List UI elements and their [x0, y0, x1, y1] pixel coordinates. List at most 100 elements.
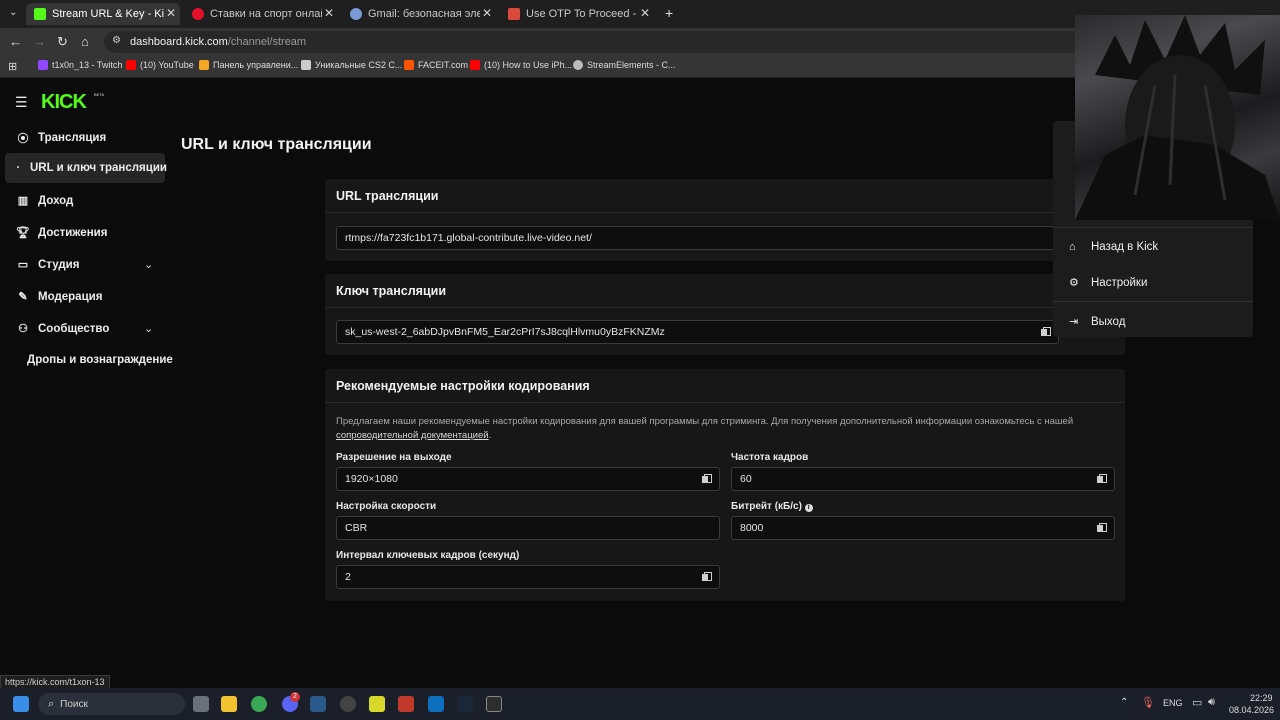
search-placeholder: Поиск [60, 698, 88, 710]
home-icon[interactable]: ⌂ [81, 34, 89, 49]
tab-gmail[interactable]: Gmail: безопасная электронна ✕ [342, 3, 496, 25]
obs-icon[interactable] [340, 696, 356, 712]
tab-search-chevron-icon[interactable]: ⌄ [9, 7, 17, 18]
chevron-down-icon[interactable]: ⌄ [144, 322, 153, 335]
close-icon[interactable]: ✕ [324, 6, 334, 20]
sidebar-item-income[interactable]: ▥ Доход [16, 194, 74, 208]
sidebar-item-drops[interactable]: Дропы и вознаграждение [27, 354, 173, 366]
broadcast-icon: ⦿ [17, 133, 29, 145]
app-icon[interactable] [369, 696, 385, 712]
resolution-value: 1920×1080 [345, 473, 398, 485]
logout-icon: ⇥ [1069, 316, 1079, 328]
copy-icon[interactable] [1041, 327, 1051, 337]
site-info-icon[interactable]: ⚙ [112, 35, 121, 46]
logout-item[interactable]: ⇥ Выход [1069, 315, 1125, 329]
divider [1053, 227, 1253, 228]
back-to-kick-item[interactable]: ⌂ Назад в Kick [1069, 241, 1158, 253]
people-icon: ⚇ [18, 323, 28, 335]
gear-icon: ⚙ [1069, 277, 1079, 289]
close-icon[interactable]: ✕ [166, 6, 176, 20]
file-explorer-icon[interactable] [221, 696, 237, 712]
terminal-icon[interactable] [486, 696, 502, 712]
bookmark-label: Панель управлени... [213, 60, 299, 70]
search-icon: ⌕ [48, 697, 55, 710]
clock-date[interactable]: 08.04.2026 [1229, 705, 1274, 715]
copy-icon[interactable] [702, 474, 712, 484]
bookmark-twitch[interactable]: t1x0n_13 - Twitch [38, 60, 122, 70]
copy-icon[interactable] [1097, 474, 1107, 484]
bookmark-label: Уникальные CS2 С... [315, 60, 403, 70]
bookmark-faceit[interactable]: FACEIT.com [404, 60, 468, 70]
sidebar-item-studio[interactable]: ▭ Студия [16, 258, 80, 272]
tab-betting[interactable]: Ставки на спорт онлайн — на ✕ [184, 3, 338, 25]
sidebar-item-label: Сообщество [38, 322, 110, 335]
sidebar-item-label: Студия [38, 258, 80, 271]
reload-icon[interactable]: ↻ [57, 34, 68, 50]
kick-logo[interactable]: KICK [41, 91, 87, 114]
address-bar[interactable]: ⚙ dashboard.kick.com /channel/stream [104, 31, 1084, 53]
tab-kick[interactable]: Stream URL & Key - Kick Dashb ✕ [26, 3, 180, 25]
settings-item[interactable]: ⚙ Настройки [1069, 276, 1147, 290]
fps-field[interactable]: 60 [731, 467, 1115, 491]
info-icon[interactable]: i [804, 504, 813, 512]
resolution-field[interactable]: 1920×1080 [336, 467, 720, 491]
speaker-icon[interactable]: 🔊︎ [1208, 696, 1215, 709]
windows-start-icon[interactable] [13, 696, 29, 712]
display-icon[interactable]: ▭ [1192, 696, 1202, 709]
forward-icon[interactable]: → [33, 34, 46, 49]
stream-key-value: sk_us-west-2_6abDJpvBnFM5_Ear2cPrI7sJ8cq… [345, 326, 665, 338]
divider [1053, 301, 1253, 302]
menu-icon[interactable]: ☰ [15, 94, 28, 111]
keyframe-value: 2 [345, 571, 351, 583]
tray-chevron-icon[interactable]: ⌃ [1120, 697, 1128, 708]
steam-client-icon[interactable] [457, 696, 473, 712]
back-icon[interactable]: ← [9, 34, 22, 49]
steam-icon[interactable] [310, 696, 326, 712]
bookmark-cs2[interactable]: Уникальные CS2 С... [301, 60, 402, 70]
task-view-icon[interactable] [193, 696, 209, 712]
close-icon[interactable]: ✕ [640, 6, 650, 20]
card-header: Рекомендуемые настройки кодирования [325, 369, 1125, 403]
apps-grid-icon[interactable]: ⊞ [8, 60, 17, 73]
sidebar-item-achievements[interactable]: 🏆︎ Достижения [16, 226, 107, 240]
panel-icon [199, 60, 209, 70]
bitrate-field[interactable]: 8000 [731, 516, 1115, 540]
taskbar-search[interactable]: ⌕ Поиск [38, 693, 185, 715]
sidebar-item-url-key[interactable]: • URL и ключ трансляции [14, 162, 167, 174]
stream-url-field[interactable]: rtmps://fa723fc1b171.global-contribute.l… [336, 226, 1069, 250]
rate-control-field[interactable]: CBR [336, 516, 720, 540]
cs2-icon [301, 60, 311, 70]
tab-title: Stream URL & Key - Kick Dashb [52, 8, 164, 20]
tab-title: Use OTP To Proceed - mockovs [526, 8, 638, 20]
twitch-icon [38, 60, 48, 70]
documentation-link[interactable]: сопроводительной документацией [336, 430, 489, 441]
stream-key-field[interactable]: sk_us-west-2_6abDJpvBnFM5_Ear2cPrI7sJ8cq… [336, 320, 1059, 344]
copy-icon[interactable] [702, 572, 712, 582]
keyframe-field[interactable]: 2 [336, 565, 720, 589]
bookmark-label: FACEIT.com [418, 60, 469, 70]
stream-url-value: rtmps://fa723fc1b171.global-contribute.l… [345, 232, 592, 244]
card-header: Ключ трансляции [325, 274, 1125, 308]
bookmark-youtube-iphone[interactable]: (10) How to Use iPh... [470, 60, 572, 70]
bookmark-youtube[interactable]: (10) YouTube [126, 60, 194, 70]
vscode-icon[interactable] [428, 696, 444, 712]
new-tab-icon[interactable]: + [665, 5, 673, 21]
faceit-icon [404, 60, 414, 70]
sidebar-item-broadcast[interactable]: ⦿ Трансляция [16, 130, 107, 146]
bookmark-label: t1x0n_13 - Twitch [52, 60, 123, 70]
clock-time[interactable]: 22:29 [1250, 693, 1273, 703]
microphone-icon[interactable]: 🎙︎ [1141, 696, 1155, 709]
chevron-down-icon[interactable]: ⌄ [144, 258, 153, 271]
sidebar-item-community[interactable]: ⚇ Сообщество [16, 322, 110, 336]
language-indicator[interactable]: ENG [1163, 698, 1183, 708]
chrome-icon[interactable] [251, 696, 267, 712]
beta-badge: BETA [94, 92, 105, 97]
bookmark-panel[interactable]: Панель управлени... [199, 60, 298, 70]
bookmark-streamelements[interactable]: StreamElements - C... [573, 60, 676, 70]
sidebar-item-moderation[interactable]: ✎ Модерация [16, 290, 102, 304]
tab-otp[interactable]: Use OTP To Proceed - mockovs ✕ [500, 3, 654, 25]
close-icon[interactable]: ✕ [482, 6, 492, 20]
page-title: URL и ключ трансляции [181, 136, 372, 153]
shield-icon[interactable] [398, 696, 414, 712]
copy-icon[interactable] [1097, 523, 1107, 533]
